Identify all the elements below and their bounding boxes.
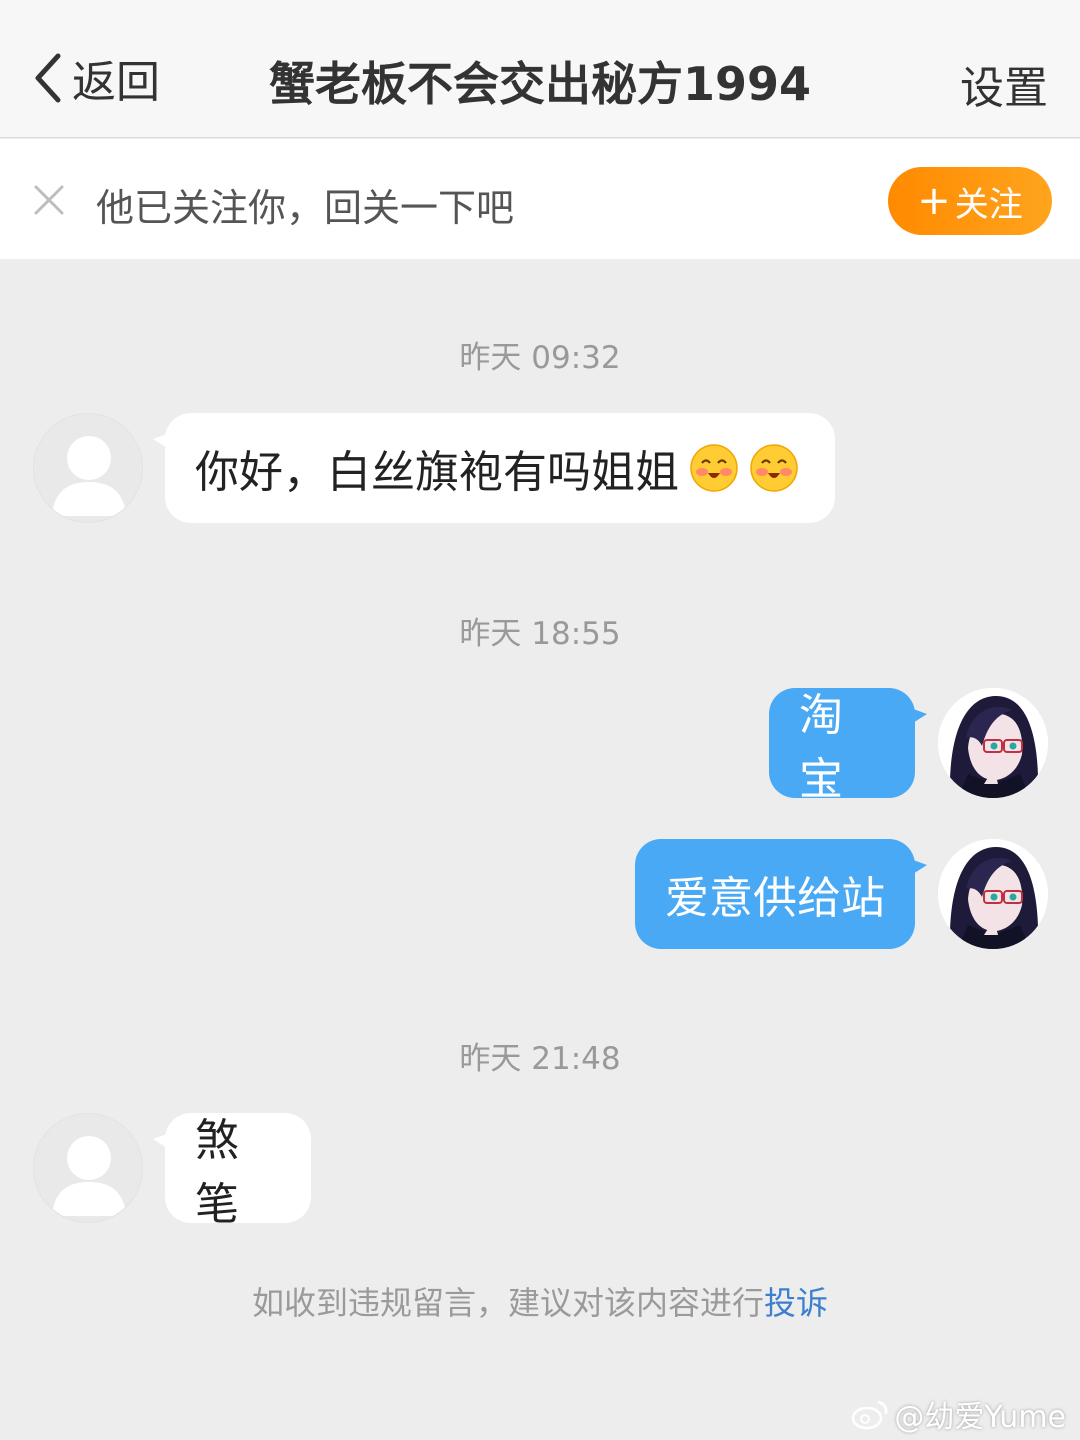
message-bubble-incoming[interactable]: 你好，白丝旗袍有吗姐姐 <box>153 413 835 523</box>
nav-header: 返回 蟹老板不会交出秘方1994 设置 <box>0 0 1080 138</box>
message-bubble-outgoing[interactable]: 淘宝 <box>769 688 927 805</box>
report-notice-text: 如收到违规留言，建议对该内容进行 <box>251 1284 764 1322</box>
timestamp: 昨天 18:55 <box>459 616 621 652</box>
anime-girl-avatar-icon <box>938 688 1048 798</box>
follow-label: 关注 <box>954 184 1023 225</box>
my-avatar[interactable] <box>938 688 1048 798</box>
bubble-tail <box>153 1131 175 1153</box>
default-avatar-icon <box>52 1136 126 1216</box>
plus-icon: + <box>917 178 951 224</box>
sender-avatar[interactable] <box>33 1113 143 1223</box>
report-link[interactable]: 投诉 <box>764 1284 828 1322</box>
message-text: 煞笔 <box>195 1115 239 1230</box>
timestamp: 昨天 09:32 <box>459 340 621 376</box>
bubble-tail <box>153 431 175 453</box>
follow-button[interactable]: + 关注 <box>888 167 1052 235</box>
sender-avatar[interactable] <box>33 413 143 523</box>
watermark-text: @幼爱Yume <box>894 1400 1066 1435</box>
my-avatar[interactable] <box>938 839 1048 949</box>
timestamp: 昨天 21:48 <box>459 1041 621 1077</box>
default-avatar-icon <box>52 436 126 516</box>
weibo-logo-icon <box>852 1400 888 1430</box>
message-text: 你好，白丝旗袍有吗姐姐 <box>195 447 679 498</box>
watermark: @幼爱Yume <box>850 1392 1066 1436</box>
blush-emoji-icon <box>690 444 738 492</box>
message-text: 爱意供给站 <box>665 873 885 924</box>
message-text: 淘宝 <box>799 690 843 805</box>
close-icon[interactable] <box>32 183 66 217</box>
bubble-tail <box>905 706 927 728</box>
follow-suggestion-bar: 他已关注你，回关一下吧 + 关注 <box>0 139 1080 259</box>
message-bubble-incoming[interactable]: 煞笔 <box>153 1113 311 1230</box>
blush-emoji-icon <box>750 444 798 492</box>
settings-button[interactable]: 设置 <box>960 52 1048 116</box>
anime-girl-avatar-icon <box>938 839 1048 949</box>
report-notice: 如收到违规留言，建议对该内容进行投诉 <box>0 1278 1080 1324</box>
follow-back-tip: 他已关注你，回关一下吧 <box>96 186 515 230</box>
page-title: 蟹老板不会交出秘方1994 <box>268 57 812 111</box>
bubble-tail <box>905 857 927 879</box>
message-bubble-outgoing[interactable]: 爱意供给站 <box>635 839 927 949</box>
